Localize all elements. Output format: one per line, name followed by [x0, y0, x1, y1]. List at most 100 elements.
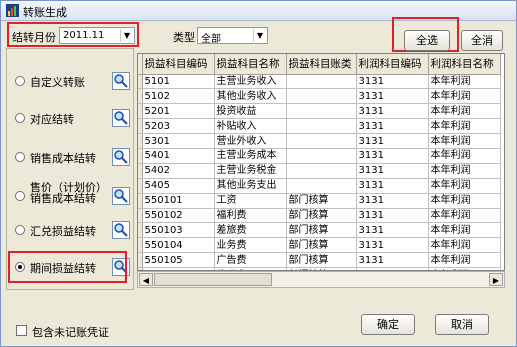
chevron-down-icon[interactable]: ▼: [120, 29, 133, 42]
radio-planned-price-sales-cost[interactable]: [15, 191, 25, 201]
column-header[interactable]: 损益科目名称: [214, 54, 287, 75]
table-cell[interactable]: [286, 178, 357, 194]
magnifier-icon[interactable]: [112, 109, 130, 127]
table-cell[interactable]: 3131: [356, 103, 429, 120]
table-row[interactable]: 5301 营业外收入 3131 本年利润: [138, 133, 501, 149]
table-cell[interactable]: 工资: [214, 193, 287, 209]
table-row[interactable]: 5203 补贴收入 3131 本年利润: [138, 118, 501, 135]
cancel-button[interactable]: 取消: [435, 314, 489, 335]
radio-custom-transfer[interactable]: [15, 76, 25, 86]
table-row[interactable]: 5102 其他业务收入 3131 本年利润: [138, 88, 501, 105]
month-select[interactable]: 2011.11 ▼: [59, 27, 135, 44]
table-cell[interactable]: 投资收益: [214, 103, 287, 120]
table-row[interactable]: 550101 工资 部门核算 3131 本年利润: [138, 193, 501, 209]
table-cell[interactable]: 550103: [142, 222, 215, 239]
table-cell[interactable]: 550102: [142, 208, 215, 224]
table-cell[interactable]: 3131: [356, 222, 429, 239]
magnifier-icon[interactable]: [112, 148, 130, 166]
option-sales-cost-transfer[interactable]: 销售成本结转: [15, 147, 133, 167]
horizontal-scrollbar[interactable]: ◀ ▶: [137, 271, 505, 288]
table-cell[interactable]: 5201: [142, 103, 215, 120]
radio-exchange-gain-loss[interactable]: [15, 225, 25, 235]
table-cell[interactable]: 5401: [142, 148, 215, 164]
table-cell[interactable]: 3131: [356, 237, 429, 254]
table-cell[interactable]: 5301: [142, 133, 215, 149]
table-row[interactable]: 5201 投资收益 3131 本年利润: [138, 103, 501, 120]
table-cell[interactable]: [286, 103, 357, 120]
option-planned-price-sales-cost[interactable]: 售价（计划价） 销售成本结转: [15, 182, 133, 206]
column-header[interactable]: 损益科目编码: [142, 54, 215, 75]
table-cell[interactable]: 部门核算: [286, 237, 357, 254]
table-row[interactable]: 5401 主营业务成本 3131 本年利润: [138, 148, 501, 164]
table-row[interactable]: 550103 差旅费 部门核算 3131 本年利润: [138, 222, 501, 239]
table-cell[interactable]: 本年利润: [428, 103, 501, 120]
table-cell[interactable]: 550101: [142, 193, 215, 209]
table-cell[interactable]: [286, 118, 357, 135]
table-cell[interactable]: 3131: [356, 208, 429, 224]
table-row[interactable]: 5405 其他业务支出 3131 本年利润: [138, 178, 501, 194]
table-cell[interactable]: 本年利润: [428, 118, 501, 135]
scroll-left-icon[interactable]: ◀: [139, 273, 153, 286]
table-row[interactable]: 5402 主营业务税金 3131 本年利润: [138, 163, 501, 179]
column-header[interactable]: 利润科目名称: [428, 54, 501, 75]
magnifier-icon[interactable]: [112, 187, 130, 205]
table-cell[interactable]: 3131: [356, 74, 429, 90]
table-cell[interactable]: 3131: [356, 148, 429, 164]
table-cell[interactable]: 部门核算: [286, 252, 357, 269]
table-cell[interactable]: 550105: [142, 252, 215, 269]
table-row[interactable]: 550104 业务费 部门核算 3131 本年利润: [138, 237, 501, 254]
table-cell[interactable]: 5402: [142, 163, 215, 179]
option-exchange-gain-loss[interactable]: 汇兑损益结转: [15, 220, 133, 240]
table-cell[interactable]: 本年利润: [428, 237, 501, 254]
type-select[interactable]: 全部 ▼: [197, 27, 268, 45]
table-cell[interactable]: 其他业务支出: [214, 178, 287, 194]
table-cell[interactable]: 本年利润: [428, 178, 501, 194]
table-cell[interactable]: 3131: [356, 252, 429, 269]
table-row[interactable]: 550105 广告费 部门核算 3131 本年利润: [138, 252, 501, 269]
table-cell[interactable]: 5203: [142, 118, 215, 135]
table-cell[interactable]: 本年利润: [428, 88, 501, 105]
table-cell[interactable]: 3131: [356, 178, 429, 194]
table-cell[interactable]: 差旅费: [214, 222, 287, 239]
table-row[interactable]: 5101 主营业务收入 3131 本年利润: [138, 74, 501, 90]
table-cell[interactable]: 本年利润: [428, 222, 501, 239]
table-cell[interactable]: 本年利润: [428, 74, 501, 90]
option-corresponding-transfer[interactable]: 对应结转: [15, 108, 133, 128]
table-cell[interactable]: 主营业务收入: [214, 74, 287, 90]
table-cell[interactable]: 其他业务收入: [214, 88, 287, 105]
radio-sales-cost-transfer[interactable]: [15, 152, 25, 162]
table-cell[interactable]: 5405: [142, 178, 215, 194]
table-cell[interactable]: 本年利润: [428, 252, 501, 269]
column-header[interactable]: 利润科目编码: [356, 54, 429, 75]
table-cell[interactable]: 3131: [356, 193, 429, 209]
scrollbar-thumb[interactable]: [154, 273, 272, 286]
scroll-right-icon[interactable]: ▶: [489, 273, 503, 286]
table-cell[interactable]: [286, 88, 357, 105]
clear-all-button[interactable]: 全消: [461, 30, 503, 51]
table-cell[interactable]: 3131: [356, 88, 429, 105]
table-row[interactable]: 550102 福利费 部门核算 3131 本年利润: [138, 208, 501, 224]
table-cell[interactable]: 本年利润: [428, 133, 501, 149]
table-cell[interactable]: 营业外收入: [214, 133, 287, 149]
table-cell[interactable]: [286, 74, 357, 90]
table-cell[interactable]: 部门核算: [286, 193, 357, 209]
ok-button[interactable]: 确定: [361, 314, 415, 335]
table-cell[interactable]: 本年利润: [428, 193, 501, 209]
include-unposted-checkbox[interactable]: [16, 325, 27, 336]
select-all-button[interactable]: 全选: [404, 30, 450, 51]
table-cell[interactable]: 部门核算: [286, 208, 357, 224]
magnifier-icon[interactable]: [112, 221, 130, 239]
table-cell[interactable]: 主营业务税金: [214, 163, 287, 179]
table-cell[interactable]: [286, 148, 357, 164]
table-cell[interactable]: 主营业务成本: [214, 148, 287, 164]
magnifier-icon[interactable]: [112, 72, 130, 90]
table-cell[interactable]: 本年利润: [428, 163, 501, 179]
table-cell[interactable]: 本年利润: [428, 208, 501, 224]
table-cell[interactable]: 业务费: [214, 237, 287, 254]
table-cell[interactable]: 补贴收入: [214, 118, 287, 135]
table-cell[interactable]: 3131: [356, 118, 429, 135]
table-cell[interactable]: 福利费: [214, 208, 287, 224]
table-cell[interactable]: [286, 133, 357, 149]
table-cell[interactable]: [286, 163, 357, 179]
column-header[interactable]: 损益科目账类: [286, 54, 357, 75]
